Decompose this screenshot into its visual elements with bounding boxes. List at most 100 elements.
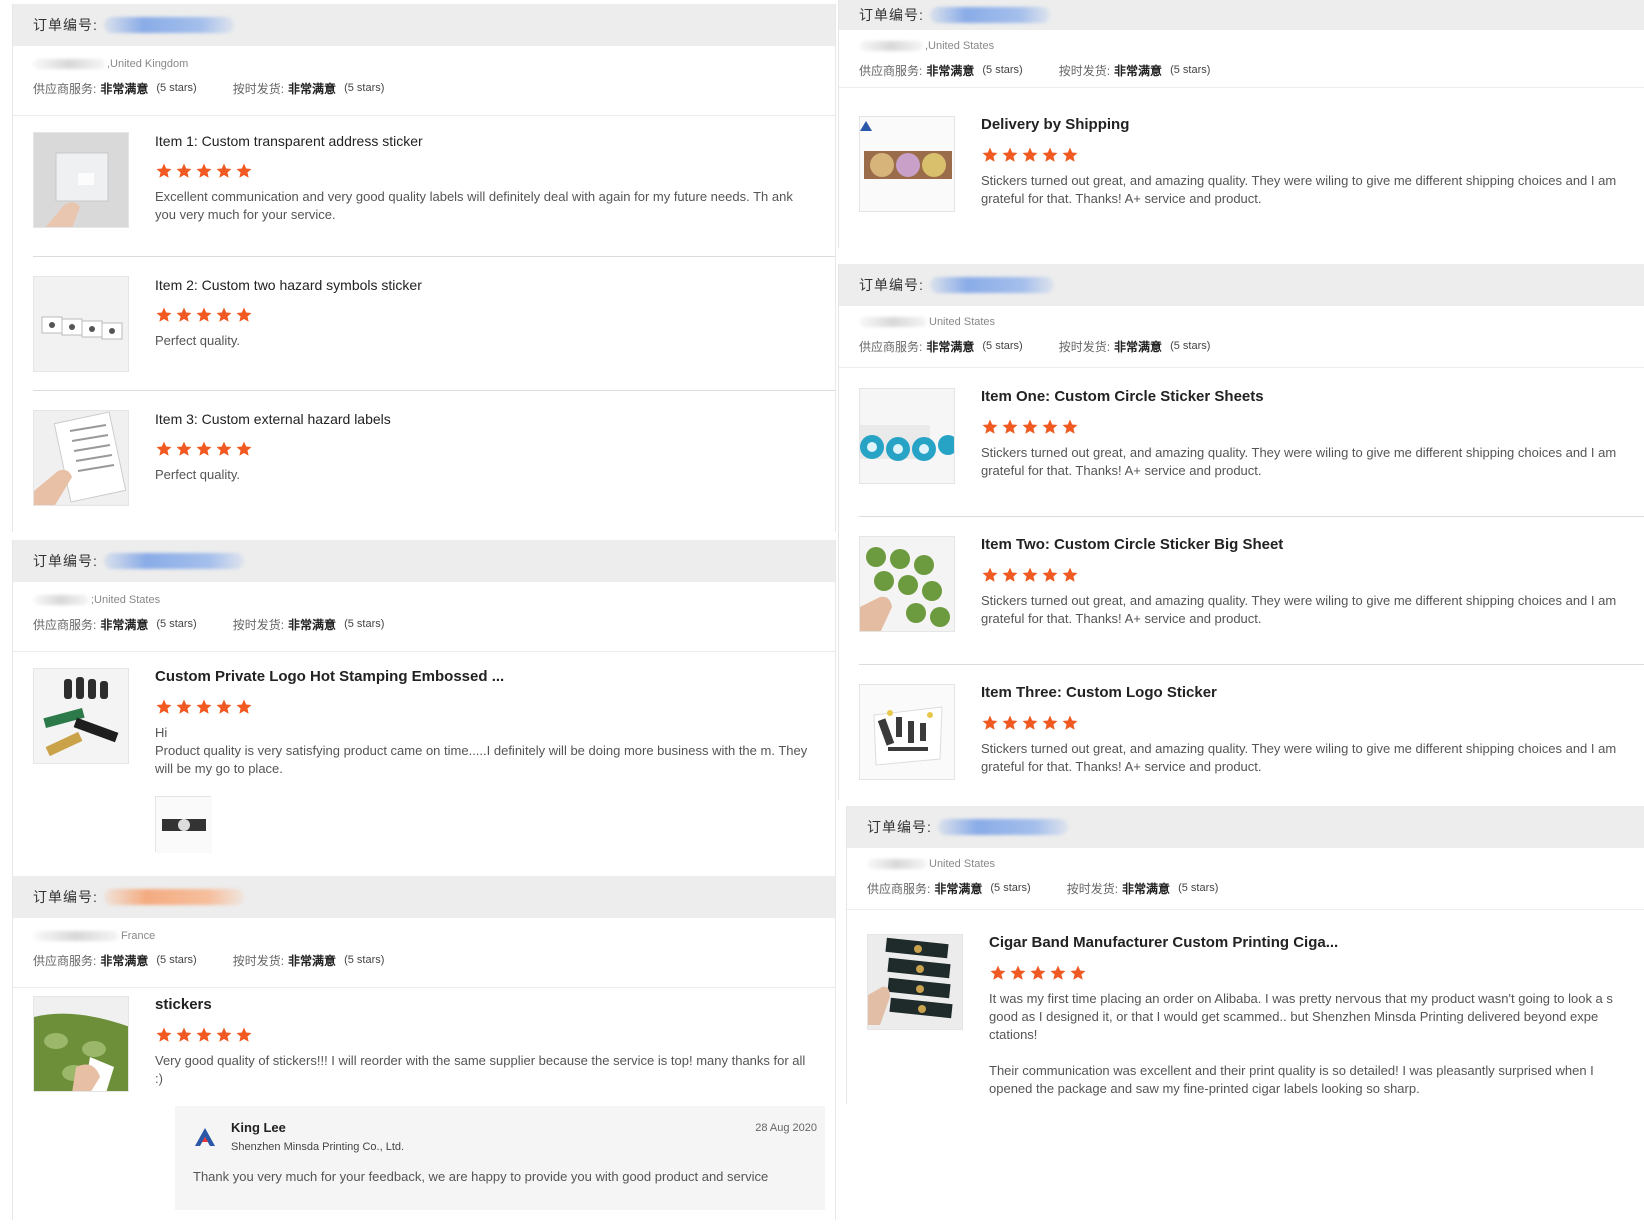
order-number-label: 订单编号: xyxy=(859,277,924,293)
divider xyxy=(33,256,835,257)
star-icon xyxy=(1062,567,1078,582)
star-icon xyxy=(1022,567,1038,582)
star-icon xyxy=(1002,147,1018,162)
buyer-location: United States xyxy=(929,858,996,870)
reply-author: King Lee xyxy=(231,1120,286,1135)
divider xyxy=(859,664,1644,665)
review-text: Stickers turned out great, and amazing q… xyxy=(981,173,1617,206)
star-icon xyxy=(216,307,232,322)
on-time-value: 非常满意 xyxy=(1114,63,1163,78)
hot-stamping-labels-photo xyxy=(34,669,128,763)
green-circle-stickers-photo xyxy=(860,537,954,631)
star-icon xyxy=(236,1027,252,1042)
supplier-ratings: 供应商服务: 非常满意 (5 stars) 按时发货: 非常满意 (5 stars) xyxy=(33,950,815,970)
hazard-symbol-stickers-photo xyxy=(34,277,128,371)
product-image[interactable] xyxy=(859,684,955,780)
review-text: Excellent communication and very good qu… xyxy=(155,189,793,222)
buyer-photo-attachment xyxy=(156,797,212,853)
buyer-location: ,United Kingdom xyxy=(107,58,189,70)
review-text-continued: Their communication was excellent and th… xyxy=(989,1063,1594,1096)
product-image[interactable] xyxy=(859,388,955,484)
star-icon xyxy=(176,307,192,322)
star-icon xyxy=(156,307,172,322)
supplier-service-value: 非常满意 xyxy=(100,617,149,632)
product-image[interactable] xyxy=(33,996,129,1092)
review-text: Very good quality of stickers!!! I will … xyxy=(155,1053,806,1086)
review-item: Item 2: Custom two hazard symbols sticke… xyxy=(33,276,835,376)
star-icon xyxy=(176,163,192,178)
product-image[interactable] xyxy=(33,276,129,372)
product-image[interactable] xyxy=(859,116,955,212)
on-time-value: 非常满意 xyxy=(288,953,337,968)
supplier-service-label: 供应商服务: xyxy=(867,881,931,896)
buyer-info: ,United Kingdom 供应商服务: 非常满意 (5 stars) 按时发货… xyxy=(13,46,835,116)
buyer-name-redacted xyxy=(859,317,927,327)
on-time-label: 按时发货: xyxy=(232,953,285,968)
review-title: Item Two: Custom Circle Sticker Big Shee… xyxy=(981,536,1284,553)
star-icon xyxy=(1002,567,1018,582)
star-icon xyxy=(236,163,252,178)
star-icon xyxy=(176,441,192,456)
buyer-name-redacted xyxy=(867,859,927,869)
on-time-value: 非常满意 xyxy=(1114,339,1163,354)
divider xyxy=(859,516,1644,517)
supplier-service-label: 供应商服务: xyxy=(859,63,923,78)
order-header: 订单编号: xyxy=(13,4,835,46)
order-header: 订单编号: xyxy=(839,264,1644,306)
review-item: Item Two: Custom Circle Sticker Big Shee… xyxy=(859,536,1644,636)
order-card-2: 订单编号: ;United States 供应商服务: 非常满意 (5 stars)… xyxy=(12,540,836,876)
review-item: Custom Private Logo Hot Stamping Embosse… xyxy=(33,668,835,868)
green-stickers-photo xyxy=(34,997,128,1091)
cigar-bands-photo xyxy=(868,935,962,1029)
product-image[interactable] xyxy=(867,934,963,1030)
review-text: Product quality is very satisfying produ… xyxy=(155,743,808,776)
review-title: Cigar Band Manufacturer Custom Printing … xyxy=(989,934,1339,951)
review-title: stickers xyxy=(155,996,212,1013)
star-icon xyxy=(1022,715,1038,730)
supplier-ratings: 供应商服务: 非常满意 (5 stars) 按时发货: 非常满意 (5 stars) xyxy=(859,60,1624,80)
buyer-info: ;United States 供应商服务: 非常满意 (5 stars) 按时发货:… xyxy=(13,582,835,652)
order-number-redacted xyxy=(103,889,244,905)
buyer-name-redacted xyxy=(33,931,119,941)
review-item: Item 1: Custom transparent address stick… xyxy=(33,132,835,242)
star-rating xyxy=(981,564,1624,586)
star-icon xyxy=(216,163,232,178)
star-rating xyxy=(989,962,1624,984)
product-image[interactable] xyxy=(33,668,129,764)
supplier-service-value: 非常满意 xyxy=(100,81,149,96)
on-time-label: 按时发货: xyxy=(232,617,285,632)
star-icon xyxy=(982,419,998,434)
star-icon xyxy=(1042,715,1058,730)
star-icon xyxy=(216,699,232,714)
star-icon xyxy=(1070,965,1086,980)
on-time-value: 非常满意 xyxy=(1122,881,1171,896)
on-time-stars: (5 stars) xyxy=(1170,64,1211,76)
review-title: Item One: Custom Circle Sticker Sheets xyxy=(981,388,1264,405)
buyer-info: United States 供应商服务: 非常满意 (5 stars) 按时发货: 非… xyxy=(839,306,1644,368)
product-image[interactable] xyxy=(859,536,955,632)
star-rating xyxy=(155,438,815,460)
reply-text: Thank you very much for your feedback, w… xyxy=(193,1169,769,1184)
product-image[interactable] xyxy=(33,132,129,228)
review-text: It was my first time placing an order on… xyxy=(989,991,1613,1042)
star-icon xyxy=(1022,419,1038,434)
star-icon xyxy=(1062,419,1078,434)
star-icon xyxy=(1042,567,1058,582)
star-icon xyxy=(196,163,212,178)
on-time-value: 非常满意 xyxy=(288,617,337,632)
star-icon xyxy=(1010,965,1026,980)
review-attachment-thumbnail[interactable] xyxy=(155,796,212,853)
review-item: Delivery by Shipping Stickers turned out… xyxy=(859,116,1644,216)
order-number-redacted xyxy=(103,17,234,33)
star-rating xyxy=(155,1024,815,1046)
supplier-service-value: 非常满意 xyxy=(934,881,983,896)
review-item: Cigar Band Manufacturer Custom Printing … xyxy=(867,934,1644,1100)
supplier-reply: King Lee Shenzhen Minsda Printing Co., L… xyxy=(175,1106,825,1210)
star-icon xyxy=(156,699,172,714)
star-icon xyxy=(1042,419,1058,434)
product-image[interactable] xyxy=(33,410,129,506)
supplier-service-value: 非常满意 xyxy=(100,953,149,968)
star-icon xyxy=(982,567,998,582)
on-time-stars: (5 stars) xyxy=(344,618,385,630)
buyer-location: France xyxy=(121,930,156,942)
